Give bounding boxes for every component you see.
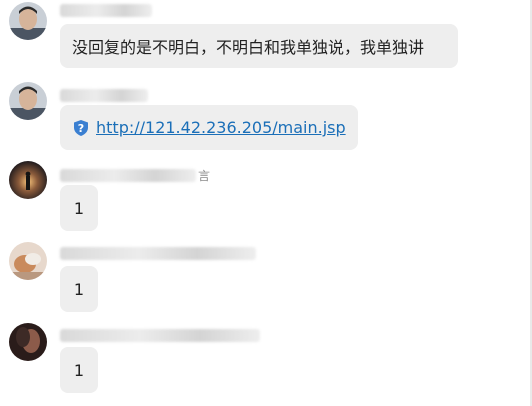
- message-text: 1: [73, 360, 85, 380]
- blurred-sender-name: [60, 3, 152, 17]
- blurred-sender-name: [60, 88, 148, 102]
- message-bubble[interactable]: 没回复的是不明白，不明白和我单独说，我单独讲: [60, 24, 458, 68]
- message-text: 1: [73, 279, 85, 299]
- message-bubble[interactable]: 1: [60, 185, 98, 231]
- shield-question-icon: ?: [74, 119, 88, 136]
- message-text: 1: [73, 198, 85, 218]
- message-bubble[interactable]: 1: [60, 266, 98, 312]
- blurred-sender-name: [60, 246, 256, 260]
- blurred-sender-name: [60, 168, 196, 182]
- message-text: 没回复的是不明白，不明白和我单独说，我单独讲: [72, 38, 425, 57]
- blurred-sender-name: [60, 328, 260, 342]
- avatar[interactable]: [9, 82, 47, 120]
- sender-name: [60, 88, 148, 102]
- sender-name: [60, 3, 152, 17]
- svg-text:?: ?: [78, 122, 84, 135]
- avatar[interactable]: [9, 323, 47, 361]
- avatar[interactable]: [9, 2, 47, 40]
- sender-name: [60, 328, 260, 342]
- sender-name: 言: [60, 168, 211, 183]
- sender-name-suffix: 言: [198, 168, 211, 183]
- avatar[interactable]: [9, 242, 47, 280]
- message-bubble[interactable]: 1: [60, 347, 98, 393]
- avatar[interactable]: [9, 161, 47, 199]
- sender-name: [60, 246, 256, 260]
- message-bubble[interactable]: ? http://121.42.236.205/main.jsp: [60, 105, 358, 150]
- message-link[interactable]: http://121.42.236.205/main.jsp: [96, 118, 346, 137]
- chat-message-list: 没回复的是不明白，不明白和我单独说，我单独讲 ? http://121.42.2…: [0, 0, 532, 406]
